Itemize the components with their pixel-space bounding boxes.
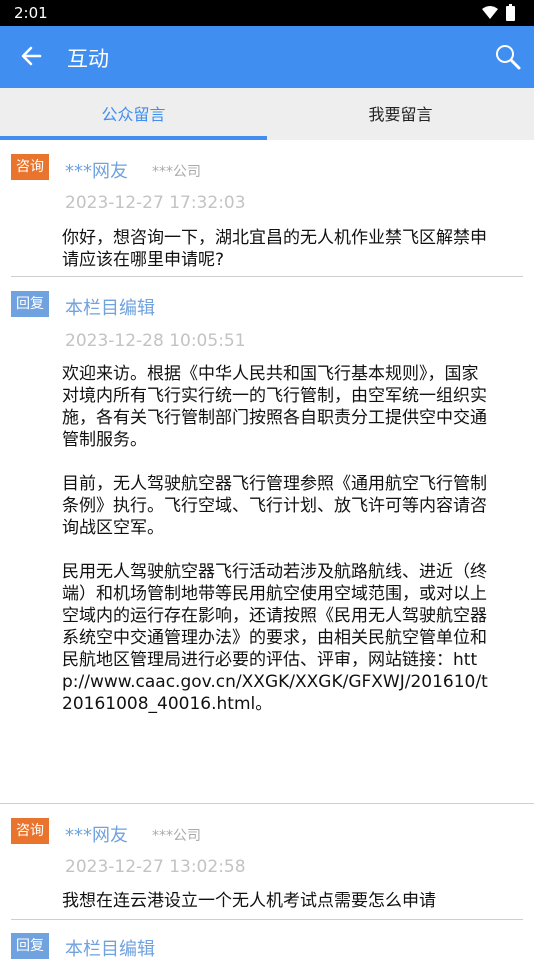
page-title: 互动	[67, 47, 109, 71]
author-name: 本栏目编辑	[65, 298, 155, 319]
consult-badge: 咨询	[11, 154, 49, 180]
app-bar: 互动	[0, 26, 534, 88]
tab-indicator	[0, 136, 267, 140]
author-name: ***网友	[65, 161, 128, 182]
reply-content: 欢迎来访。根据《中华人民共和国飞行基本规则》，国家对境内所有飞行实行统一的飞行管…	[62, 364, 488, 714]
tab-bar: 公众留言 我要留言	[0, 88, 534, 140]
author-company: ***公司	[152, 828, 201, 844]
tab-leave-message[interactable]: 我要留言	[267, 88, 534, 140]
status-bar: 2:01	[0, 0, 534, 26]
search-icon[interactable]	[494, 43, 522, 71]
reply-badge: 回复	[11, 933, 49, 959]
divider	[11, 919, 523, 920]
post-time: 2023-12-27 13:02:58	[65, 857, 246, 877]
divider	[0, 803, 534, 804]
author-name: 本栏目编辑	[65, 939, 155, 960]
divider	[11, 276, 523, 277]
tab-public-messages[interactable]: 公众留言	[0, 88, 267, 140]
message-content: 我想在连云港设立一个无人机考试点需要怎么申请	[62, 891, 436, 911]
consult-badge: 咨询	[11, 818, 49, 844]
author-name: ***网友	[65, 825, 128, 846]
status-time: 2:01	[14, 4, 48, 22]
reply-badge: 回复	[11, 291, 49, 317]
post-time: 2023-12-28 10:05:51	[65, 331, 246, 351]
back-arrow-icon[interactable]	[18, 42, 46, 70]
wifi-battery-icon	[482, 4, 515, 21]
message-content: 你好，想咨询一下，湖北宜昌的无人机作业禁飞区解禁申请应该在哪里申请呢?	[62, 228, 487, 270]
author-company: ***公司	[152, 164, 201, 180]
post-time: 2023-12-27 17:32:03	[65, 193, 246, 213]
